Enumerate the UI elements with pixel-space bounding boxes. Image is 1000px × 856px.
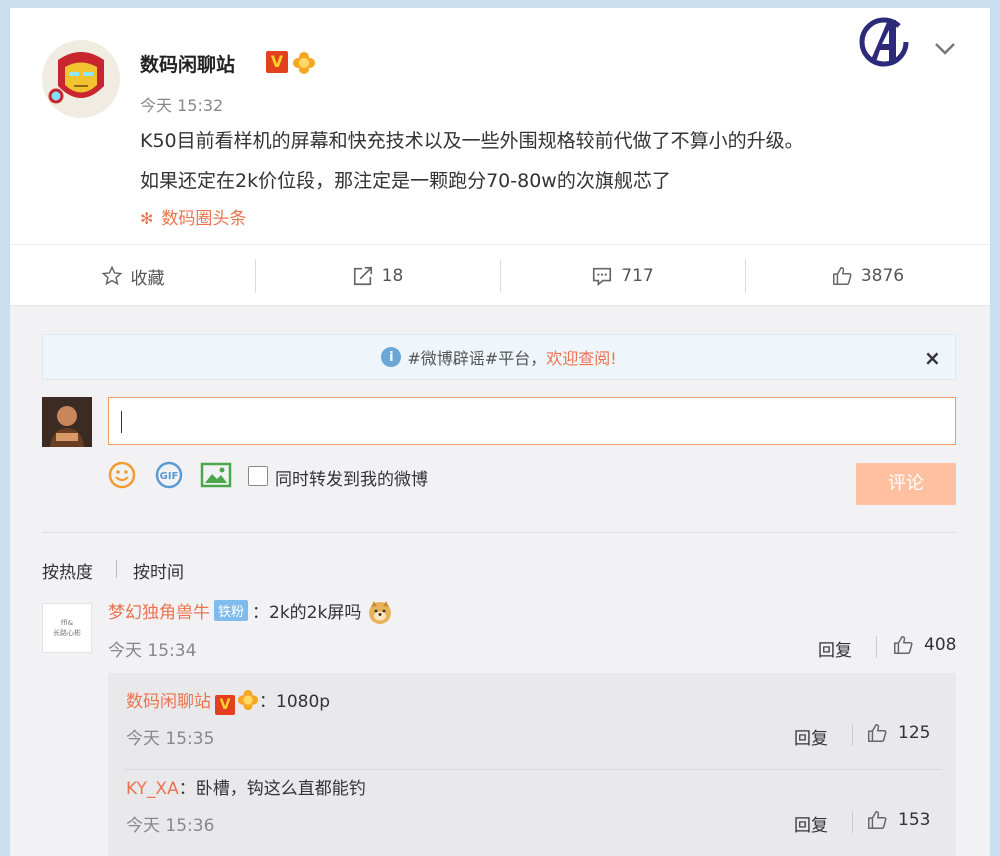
reply-body: 数码闲聊站 V ：1080p [126,687,330,715]
post-source[interactable]: ✻ 数码圈头条 [140,204,246,229]
notice-text: #微博辟谣#平台， [407,349,547,368]
repost-button[interactable]: 18 [255,245,500,307]
reply-text: ：1080p [259,692,331,712]
weibo-post-card: 数码闲聊站 V 今天 15:32 K50目前看样机的屏幕和快充技术以及一些外围规… [10,8,990,856]
doge-emoji-icon [368,601,391,624]
verified-v-icon: V [215,695,235,715]
info-icon: i [381,347,402,367]
sort-by-hot-tab[interactable]: 按热度 [42,558,93,583]
action-bar: 收藏 18 717 3876 [10,244,990,306]
divider [876,636,877,658]
favorite-button[interactable]: 收藏 [10,245,255,307]
close-icon[interactable]: × [924,346,941,370]
emoji-icon[interactable] [108,461,136,489]
chevron-down-icon[interactable] [933,41,957,57]
comment-like-button[interactable]: 408 [892,634,956,656]
spark-icon: ✻ [140,209,154,228]
reply-button[interactable]: 回复 [818,636,852,661]
fan-badge-icon [237,689,259,711]
reply-time: 今天 15:36 [126,816,215,836]
text-caret [121,411,122,433]
reply-button[interactable]: 回复 [794,811,828,836]
divider [852,724,853,746]
reply-like-button[interactable]: 125 [866,722,930,744]
submit-comment-button[interactable]: 评论 [856,463,956,505]
reply-username[interactable]: KY_XA [126,779,179,799]
commenter-avatar[interactable]: ffl& 长路心彬 [42,603,92,653]
comment-time: 今天 15:34 [108,641,197,661]
comment-body: 梦幻独角兽牛 铁粉 ：2k的2k屏吗 [108,598,393,625]
sort-divider [116,560,117,578]
comment-icon [593,267,612,286]
notice-link[interactable]: 欢迎查阅! [546,345,616,369]
avengers-logo-icon [859,17,909,67]
post-time: 今天 15:32 [140,96,224,115]
fan-level-badge: 铁粉 [214,600,249,621]
reply-button[interactable]: 回复 [794,724,828,749]
thumbs-up-icon [868,724,887,742]
divider [42,532,956,533]
thumbs-up-icon [894,636,913,654]
divider [124,769,942,770]
thumbs-up-icon [868,811,887,829]
reply-body: KY_XA：卧槽，钩这么直都能钓 [126,774,366,799]
my-avatar [42,397,92,447]
star-icon [101,265,122,286]
comment-username[interactable]: 梦幻独角兽牛 [108,603,210,623]
sync-repost-checkbox[interactable] [248,466,268,486]
post-text-line-2: 如果还定在2k价位段，那注定是一颗跑分70-80w的次旗舰芯了 [140,170,671,192]
gif-icon[interactable]: GIF [154,461,184,489]
svg-text:GIF: GIF [160,471,179,482]
author-avatar[interactable] [42,40,120,118]
reply-like-button[interactable]: 153 [866,809,930,831]
fan-badge-icon [293,52,315,74]
verified-v-icon: V [266,51,288,73]
reply-time: 今天 15:35 [126,729,215,749]
comment-text: ：2k的2k屏吗 [252,603,362,623]
image-icon[interactable] [200,461,232,489]
like-button[interactable]: 3876 [745,245,990,307]
repost-icon [353,266,372,286]
divider [852,811,853,833]
post-text-line-1: K50目前看样机的屏幕和快充技术以及一些外围规格较前代做了不算小的升级。 [140,130,804,152]
source-label: 数码圈头条 [161,209,247,229]
reply-text: ：卧槽，钩这么直都能钓 [178,779,366,799]
thumbs-up-icon [832,267,852,285]
notice-banner: i #微博辟谣#平台， 欢迎查阅! [42,334,956,380]
comment-input[interactable] [108,397,956,445]
sort-by-time-tab[interactable]: 按时间 [133,558,184,583]
reply-username[interactable]: 数码闲聊站 [126,692,211,712]
comment-button[interactable]: 717 [500,245,745,307]
author-name[interactable]: 数码闲聊站 [140,50,235,77]
sync-repost-label: 同时转发到我的微博 [275,470,428,490]
